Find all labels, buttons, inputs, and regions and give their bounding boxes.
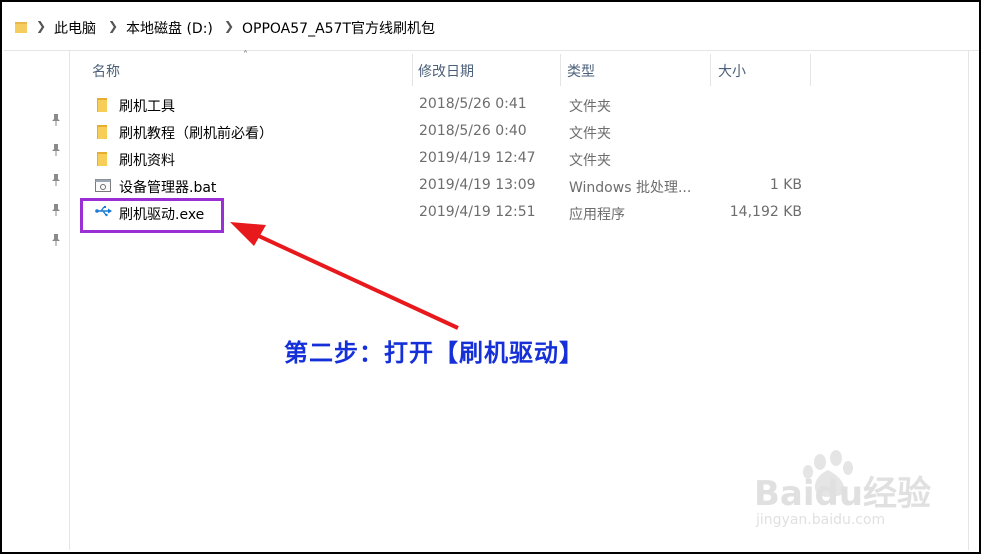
watermark-brand: Baidu经验 [754, 474, 932, 514]
annotation-text: 第二步：打开【刷机驱动】 [284, 339, 584, 367]
baidu-watermark: Baidu经验 jingyan.baidu.com [748, 440, 938, 535]
watermark-url: jingyan.baidu.com [756, 512, 886, 528]
